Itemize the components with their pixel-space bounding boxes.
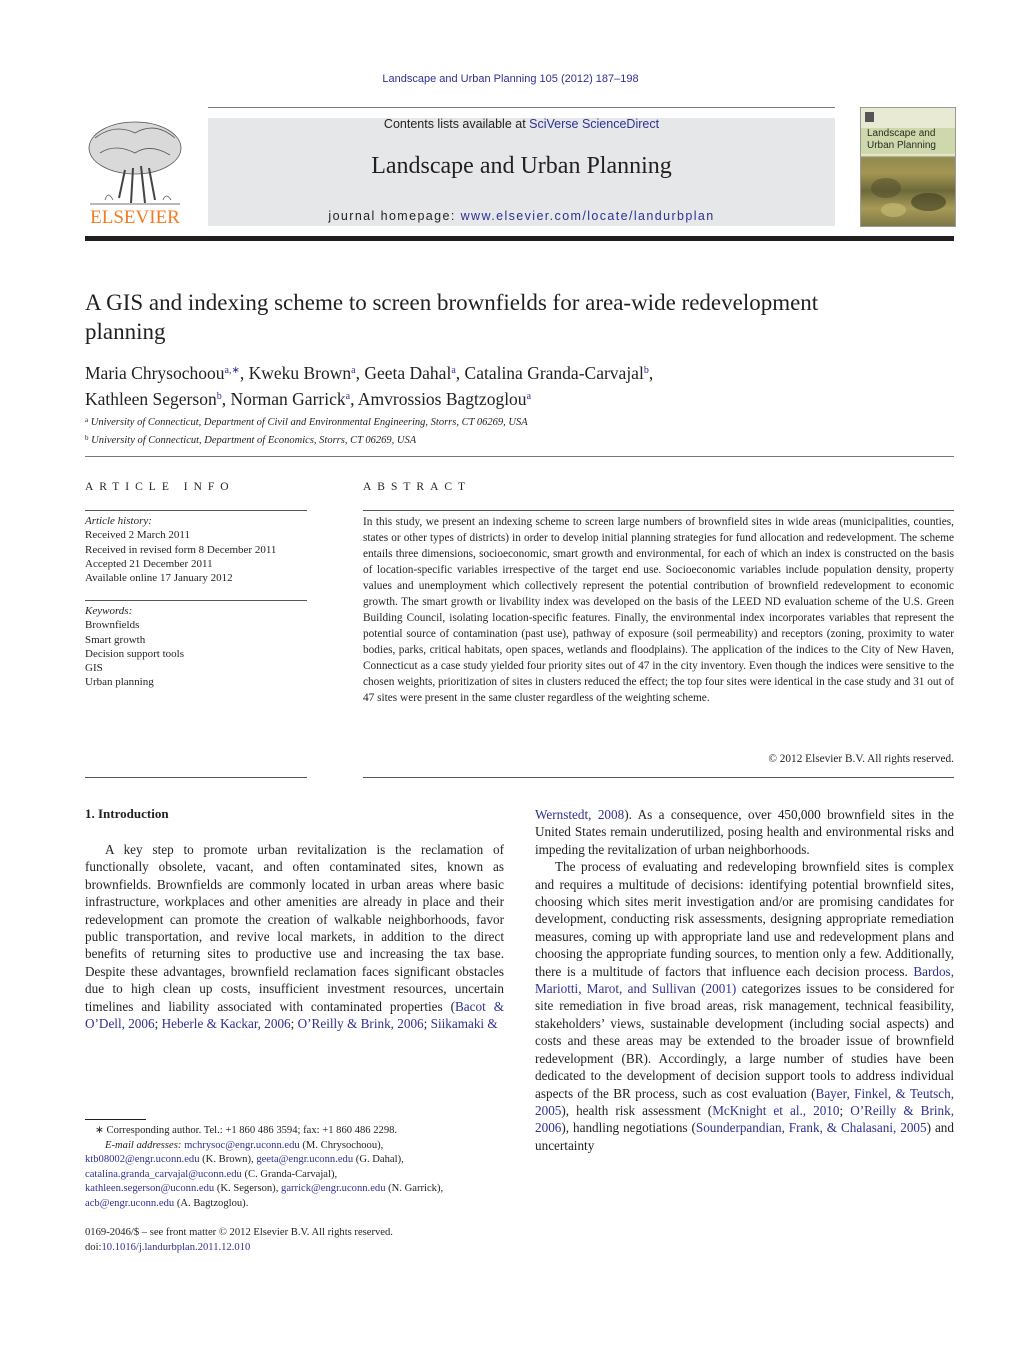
footnote-rule <box>85 1119 146 1120</box>
email-link[interactable]: geeta@engr.uconn.edu <box>256 1154 353 1165</box>
contents-line: Contents lists available at SciVerse Sci… <box>383 117 660 131</box>
email-link[interactable]: catalina.granda_carvajal@uconn.edu <box>85 1169 242 1180</box>
citation-link[interactable]: Sounderpandian, Frank, & Chalasani, 2005 <box>696 1120 927 1135</box>
journal-title: Landscape and Urban Planning <box>371 153 672 179</box>
keyword: Decision support tools <box>85 647 184 660</box>
keywords: Keywords: Brownfields Smart growth Decis… <box>85 604 315 690</box>
journal-cover-image: Landscape and Urban Planning <box>860 107 956 227</box>
history-item: Received 2 March 2011 <box>85 529 190 542</box>
email-link[interactable]: acb@engr.uconn.edu <box>85 1198 174 1209</box>
elsevier-wordmark: ELSEVIER <box>90 207 180 228</box>
keyword: Urban planning <box>85 676 154 689</box>
abstract-text: In this study, we present an indexing sc… <box>363 516 954 704</box>
cover-title: Landscape and Urban Planning <box>867 128 936 151</box>
homepage-line: journal homepage: www.elsevier.com/locat… <box>328 209 715 223</box>
body-column-left: A key step to promote urban revitalizati… <box>85 841 504 1032</box>
section-heading-introduction: 1. Introduction <box>85 806 169 821</box>
paragraph: The process of evaluating and redevelopi… <box>535 859 955 1153</box>
corresponding-author-note: ∗ Corresponding author. Tel.: +1 860 486… <box>95 1125 398 1136</box>
front-matter-copyright: 0169-2046/$ – see front matter © 2012 El… <box>85 1227 393 1238</box>
citation-link[interactable]: Heberle & Kackar, 2006 <box>162 1016 291 1031</box>
affiliation: a University of Connecticut, Department … <box>85 416 528 428</box>
author[interactable]: Geeta Dahala <box>364 363 455 383</box>
front-matter: 0169-2046/$ – see front matter © 2012 El… <box>85 1226 515 1255</box>
cover-texture <box>871 178 901 198</box>
divider <box>85 510 307 511</box>
email-link[interactable]: garrick@engr.uconn.edu <box>281 1183 385 1194</box>
citation-link[interactable]: Siikamaki & <box>431 1016 498 1031</box>
author[interactable]: Kathleen Segersonb <box>85 389 222 409</box>
citation-link[interactable]: O’Reilly & Brink, 2006 <box>298 1016 424 1031</box>
author[interactable]: Maria Chrysochooua,∗ <box>85 363 240 383</box>
author[interactable]: Kweku Browna <box>249 363 356 383</box>
journal-reference[interactable]: Landscape and Urban Planning 105 (2012) … <box>0 73 1021 85</box>
paragraph: Wernstedt, 2008). As a consequence, over… <box>535 807 954 857</box>
email-link[interactable]: mchrysoc@engr.uconn.edu <box>184 1140 300 1151</box>
abstract-heading: ABSTRACT <box>363 481 472 493</box>
cover-texture <box>911 193 946 211</box>
affiliations: a University of Connecticut, Department … <box>85 413 885 448</box>
divider <box>85 777 307 778</box>
email-line: kathleen.segerson@uconn.edu (K. Segerson… <box>85 1183 444 1194</box>
paper-title: A GIS and indexing scheme to screen brow… <box>85 290 819 344</box>
affiliation: b University of Connecticut, Department … <box>85 433 417 446</box>
citation-link[interactable]: Wernstedt, 2008 <box>535 807 624 822</box>
elsevier-mini-logo-icon <box>865 112 874 122</box>
divider <box>85 456 954 457</box>
paragraph: A key step to promote urban revitalizati… <box>85 842 504 1032</box>
journal-homepage-link[interactable]: www.elsevier.com/locate/landurbplan <box>461 209 715 223</box>
header-thick-rule <box>85 236 954 241</box>
divider <box>85 600 307 601</box>
author[interactable]: Catalina Granda-Carvajalb <box>465 363 649 383</box>
article-info-heading: ARTICLE INFO <box>85 481 235 493</box>
email-line: ktb08002@engr.uconn.edu (K. Brown), geet… <box>85 1154 404 1165</box>
keyword: Brownfields <box>85 619 140 632</box>
history-item: Accepted 21 December 2011 <box>85 557 213 570</box>
author-list: Maria Chrysochooua,∗, Kweku Browna, Geet… <box>85 363 654 409</box>
email-link[interactable]: kathleen.segerson@uconn.edu <box>85 1183 214 1194</box>
tree-icon <box>88 121 182 205</box>
citation-link[interactable]: McKnight et al., 2010 <box>712 1103 839 1118</box>
body-column-right: Wernstedt, 2008). As a consequence, over… <box>535 806 954 1154</box>
author[interactable]: Norman Garricka <box>230 389 350 409</box>
keyword: Smart growth <box>85 633 146 646</box>
email-line: E-mail addresses: mchrysoc@engr.uconn.ed… <box>105 1139 384 1151</box>
history-item: Available online 17 January 2012 <box>85 572 233 585</box>
sciencedirect-link[interactable]: SciVerse ScienceDirect <box>529 117 659 131</box>
keyword: GIS <box>85 662 103 675</box>
cover-texture <box>881 203 906 217</box>
email-line: acb@engr.uconn.edu (A. Bagtzoglou). <box>85 1197 249 1209</box>
email-line: catalina.granda_carvajal@uconn.edu (C. G… <box>85 1168 338 1180</box>
article-history: Article history: Received 2 March 2011 R… <box>85 514 315 585</box>
divider <box>363 510 954 511</box>
history-item: Received in revised form 8 December 2011 <box>85 543 277 556</box>
journal-banner: Contents lists available at SciVerse Sci… <box>208 117 835 226</box>
header-rule <box>208 107 835 108</box>
email-link[interactable]: ktb08002@engr.uconn.edu <box>85 1154 200 1165</box>
abstract-copyright: © 2012 Elsevier B.V. All rights reserved… <box>768 753 954 765</box>
doi-line: doi:10.1016/j.landurbplan.2011.12.010 <box>85 1241 251 1253</box>
author[interactable]: Amvrossios Bagtzogloua <box>358 389 531 409</box>
footnotes: ∗ Corresponding author. Tel.: +1 860 486… <box>85 1124 515 1211</box>
divider <box>363 777 954 778</box>
doi-link[interactable]: 10.1016/j.landurbplan.2011.12.010 <box>101 1242 250 1253</box>
